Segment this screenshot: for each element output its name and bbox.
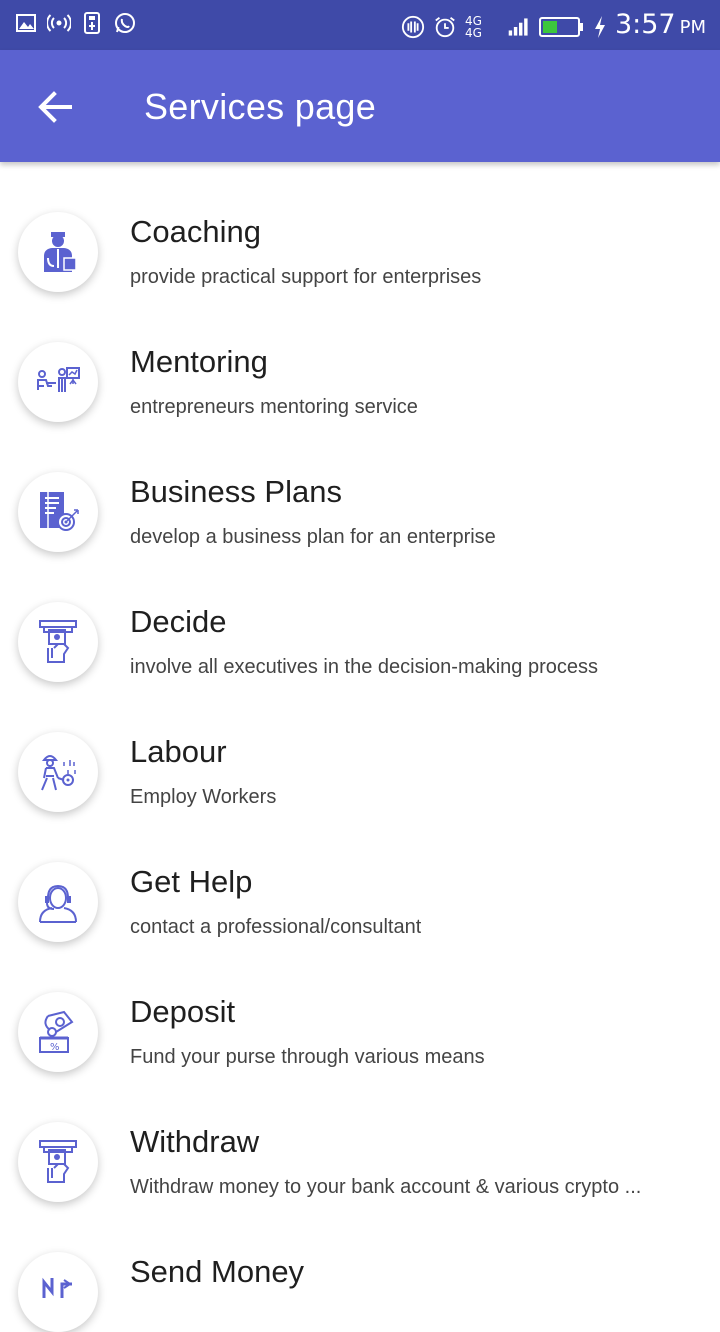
battery-icon <box>538 15 585 39</box>
app-bar: Services page <box>0 50 720 162</box>
atm-cash-icon <box>39 1140 77 1183</box>
service-subtitle: contact a professional/consultant <box>130 916 422 938</box>
service-title: Decide <box>130 604 227 639</box>
service-item-withdraw[interactable]: Withdraw Withdraw money to your bank acc… <box>0 1072 720 1202</box>
alarm-icon <box>433 15 457 39</box>
service-icon-circle <box>18 342 98 422</box>
broadcast-icon <box>47 11 71 35</box>
service-icon-circle <box>18 602 98 682</box>
worker-icon <box>41 755 76 791</box>
network-type: 4G 4G <box>464 13 482 40</box>
service-title: Deposit <box>130 994 236 1029</box>
service-icon-circle <box>18 472 98 552</box>
service-icon-circle <box>18 1252 98 1332</box>
back-button[interactable] <box>30 82 80 132</box>
service-subtitle: entrepreneurs mentoring service <box>130 396 418 418</box>
service-subtitle: Employ Workers <box>130 786 277 808</box>
service-subtitle: Fund your purse through various means <box>130 1046 485 1068</box>
vibrate-icon <box>401 15 425 39</box>
service-title: Mentoring <box>130 344 268 379</box>
signal-icon <box>507 15 531 39</box>
service-subtitle: involve all executives in the decision-m… <box>130 656 599 678</box>
arrow-back-icon <box>38 91 72 123</box>
service-item-mentoring[interactable]: Mentoring entrepreneurs mentoring servic… <box>0 292 720 422</box>
page-title: Services page <box>144 86 377 127</box>
coach-icon <box>44 232 77 272</box>
service-item-coaching[interactable]: Coaching provide practical support for e… <box>0 162 720 292</box>
service-subtitle: Withdraw money to your bank account & va… <box>130 1176 642 1198</box>
business-plan-icon <box>40 492 79 531</box>
service-icon-circle: % <box>18 992 98 1072</box>
status-bar: 4G 4G 3:57 PM <box>0 0 720 50</box>
status-right-icons: 4G 4G 3:57 PM <box>401 6 706 47</box>
service-item-deposit[interactable]: % Deposit Fund your purse through variou… <box>0 942 720 1072</box>
service-subtitle: develop a business plan for an enterpris… <box>130 526 496 548</box>
service-item-labour[interactable]: Labour Employ Workers <box>0 682 720 812</box>
mentoring-icon <box>37 367 80 392</box>
service-title: Send Money <box>130 1254 305 1289</box>
headset-user-icon <box>39 884 77 923</box>
svg-text:%: % <box>50 1042 60 1053</box>
service-title: Get Help <box>130 864 253 899</box>
service-icon-circle <box>18 1122 98 1202</box>
status-left-icons <box>14 11 137 35</box>
clock: 3:57 PM <box>614 9 706 40</box>
charging-icon <box>593 15 607 39</box>
service-icon-circle <box>18 212 98 292</box>
service-icon-circle <box>18 862 98 942</box>
send-money-icon <box>42 1277 72 1298</box>
service-title: Business Plans <box>130 474 342 509</box>
service-icon-circle <box>18 732 98 812</box>
usb-icon <box>80 11 104 35</box>
image-icon <box>14 11 38 35</box>
service-title: Labour <box>130 734 227 769</box>
service-item-get-help[interactable]: Get Help contact a professional/consulta… <box>0 812 720 942</box>
service-subtitle: provide practical support for enterprise… <box>130 266 482 288</box>
atm-cash-icon <box>39 620 77 663</box>
service-title: Coaching <box>130 214 261 249</box>
service-item-send-money[interactable]: Send Money <box>0 1202 720 1332</box>
deposit-icon: % <box>39 1010 74 1053</box>
whatsapp-icon <box>113 11 137 35</box>
service-title: Withdraw <box>130 1124 260 1159</box>
service-item-business-plans[interactable]: Business Plans develop a business plan f… <box>0 422 720 552</box>
service-item-decide[interactable]: Decide involve all executives in the dec… <box>0 552 720 682</box>
